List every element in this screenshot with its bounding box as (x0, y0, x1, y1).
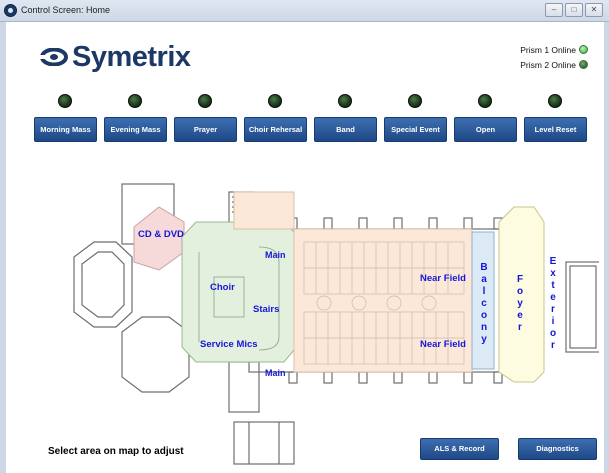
window-titlebar: Control Screen: Home – □ ✕ (0, 0, 609, 22)
symetrix-logo: Symetrix (40, 40, 191, 74)
status-led-icon (579, 45, 588, 54)
window-controls: – □ ✕ (545, 3, 603, 17)
device-status: Prism 1 Online Prism 2 Online (498, 43, 588, 73)
west-chapel-outline (73, 241, 133, 328)
zone-label-choir[interactable]: Choir (210, 282, 235, 293)
zone-nave[interactable] (293, 228, 473, 373)
west-chapel-inner (81, 251, 125, 318)
preset-led-icon (548, 94, 562, 108)
zone-label-foyer[interactable]: Foyer (514, 274, 526, 334)
preset-button[interactable]: Prayer (174, 117, 237, 142)
zone-north-transept (233, 191, 295, 230)
logo-text: Symetrix (72, 40, 191, 73)
preset-button[interactable]: Choir Rehersal (244, 117, 307, 142)
status-prism-2: Prism 2 Online (498, 58, 588, 71)
status-prism-1: Prism 1 Online (498, 43, 588, 56)
preset-led-icon (408, 94, 422, 108)
preset-led-icon (198, 94, 212, 108)
preset-led-icon (478, 94, 492, 108)
window-title: Control Screen: Home (21, 5, 111, 15)
zone-label-service-mics[interactable]: Service Mics (200, 339, 258, 350)
church-floor-plan: CD & DVD Main Choir Stairs Service Mics … (54, 172, 601, 472)
maximize-icon[interactable]: □ (565, 3, 583, 17)
control-screen: Symetrix Prism 1 Online Prism 2 Online M… (6, 22, 604, 473)
exterior-rail-outline (565, 261, 601, 353)
zone-label-main-top[interactable]: Main (265, 250, 286, 260)
zone-label-near-field-bottom[interactable]: Near Field (420, 339, 466, 350)
minimize-icon[interactable]: – (545, 3, 563, 17)
symetrix-mark-icon (40, 48, 68, 66)
preset-button[interactable]: Special Event (384, 117, 447, 142)
zone-label-cd-dvd[interactable]: CD & DVD (138, 229, 184, 240)
south-annex-outline (228, 361, 260, 413)
preset-button[interactable]: Band (314, 117, 377, 142)
preset-button[interactable]: Open (454, 117, 517, 142)
zone-label-near-field-top[interactable]: Near Field (420, 273, 466, 284)
preset-led-icon (268, 94, 282, 108)
preset-button[interactable]: Level Reset (524, 117, 587, 142)
preset-led-icon (128, 94, 142, 108)
symetrix-app-icon[interactable] (4, 4, 17, 17)
close-icon[interactable]: ✕ (585, 3, 603, 17)
south-porch-outline (233, 421, 295, 465)
preset-button[interactable]: Morning Mass (34, 117, 97, 142)
window-frame-right (604, 22, 609, 473)
als-record-button[interactable]: ALS & Record (420, 438, 499, 460)
preset-bar: Morning Mass Evening Mass Prayer Choir R… (34, 94, 587, 154)
preset-button[interactable]: Evening Mass (104, 117, 167, 142)
status-label: Prism 1 Online (520, 44, 576, 55)
map-hint: Select area on map to adjust (48, 446, 184, 457)
zone-label-exterior[interactable]: Exterior (547, 256, 559, 352)
south-chapel-outline (121, 316, 190, 393)
zone-label-main-bottom[interactable]: Main (265, 368, 286, 378)
preset-led-icon (338, 94, 352, 108)
zone-label-stairs[interactable]: Stairs (253, 304, 279, 315)
status-led-icon (579, 60, 588, 69)
zone-label-balcony[interactable]: Balcony (478, 262, 490, 346)
preset-led-icon (58, 94, 72, 108)
status-label: Prism 2 Online (520, 59, 576, 70)
diagnostics-button[interactable]: Diagnostics (518, 438, 597, 460)
